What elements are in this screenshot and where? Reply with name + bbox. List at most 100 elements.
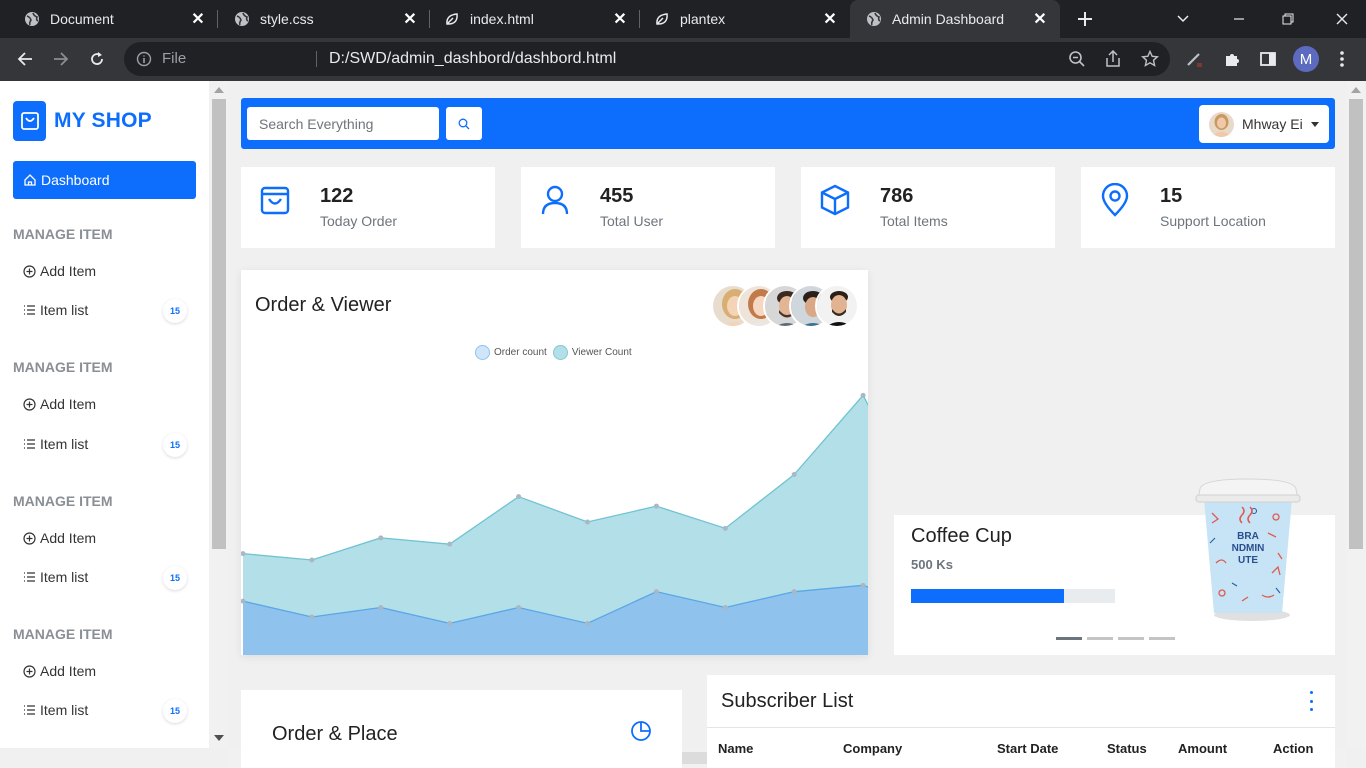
brand-title: MY SHOP: [54, 109, 152, 132]
more-vert-icon[interactable]: [1329, 46, 1355, 72]
more-vert-icon[interactable]: [1305, 691, 1317, 711]
close-icon[interactable]: ✕: [612, 11, 628, 28]
address-bar: File D:/SWD/admin_dashbord/dashbord.html…: [0, 38, 1366, 81]
sidebar-item-list[interactable]: Item list: [22, 436, 88, 452]
globe-icon: [234, 11, 250, 27]
puzzle-icon[interactable]: [1219, 46, 1245, 72]
search-input[interactable]: [247, 107, 439, 140]
top-navbar: Mhway Ei: [241, 98, 1335, 149]
product-price: 500 Ks: [911, 557, 953, 572]
scheme-label: File: [162, 50, 187, 67]
tab-title: Admin Dashboard: [892, 11, 1005, 27]
sidebar-item-label: Item list: [40, 569, 89, 585]
sidebar-item-list[interactable]: Item list: [22, 302, 88, 318]
url-field[interactable]: File D:/SWD/admin_dashbord/dashbord.html: [124, 42, 1170, 76]
user-menu-button[interactable]: Mhway Ei: [1199, 105, 1329, 143]
product-name: Coffee Cup: [911, 525, 1012, 547]
legend-item[interactable]: Viewer Count: [552, 345, 632, 360]
shopping-bag-icon: [260, 186, 290, 215]
arrow-right-icon: [54, 52, 69, 66]
plus-circle-icon: [22, 531, 36, 545]
data-point: [653, 503, 659, 509]
search-button[interactable]: [446, 107, 482, 140]
table-header: Action: [1273, 741, 1314, 756]
data-point: [378, 605, 384, 610]
carousel-dot[interactable]: [1149, 637, 1175, 640]
sidebar-item-add[interactable]: Add Item: [22, 396, 96, 412]
star-icon[interactable]: [1137, 46, 1163, 72]
data-point: [722, 525, 728, 531]
close-window-button[interactable]: [1322, 0, 1362, 38]
sidebar-scrollbar[interactable]: [209, 81, 229, 748]
browser-tab[interactable]: index.html ✕: [420, 0, 640, 38]
sidebar-item-label: Item list: [40, 302, 89, 318]
sidebar-item-dashboard[interactable]: Dashboard: [13, 161, 196, 199]
carousel-dot[interactable]: [1056, 637, 1082, 640]
sidebar-item-list[interactable]: Item list: [22, 702, 88, 718]
browser-tab-active[interactable]: Admin Dashboard ✕: [850, 0, 1060, 38]
data-point: [516, 605, 522, 610]
stat-label: Total Items: [880, 213, 948, 229]
share-icon[interactable]: [1100, 46, 1126, 72]
stat-label: Today Order: [320, 213, 398, 229]
page-scrollbar[interactable]: [1346, 81, 1366, 748]
restore-button[interactable]: [1268, 0, 1308, 38]
reload-button[interactable]: [80, 42, 114, 76]
data-point: [447, 620, 453, 626]
plus-circle-icon: [22, 397, 36, 411]
globe-icon: [24, 11, 40, 27]
home-icon: [24, 174, 36, 186]
search-icon: [458, 118, 470, 129]
card-title: Order & Viewer: [255, 294, 392, 316]
sidebar-item-list[interactable]: Item list: [22, 569, 88, 585]
list-icon: [22, 437, 36, 451]
info-icon: [136, 51, 152, 67]
stat-card: 786 Total Items: [801, 167, 1055, 248]
tab-search-button[interactable]: [1163, 0, 1203, 38]
close-icon[interactable]: ✕: [402, 11, 418, 28]
sidebar-item-add[interactable]: Add Item: [22, 530, 96, 546]
back-button[interactable]: [8, 42, 42, 76]
data-point: [791, 589, 797, 595]
carousel-dot[interactable]: [1118, 637, 1144, 640]
new-tab-button[interactable]: [1065, 0, 1105, 38]
stat-label: Total User: [600, 213, 664, 229]
sidebar-item-add[interactable]: Add Item: [22, 663, 96, 679]
minimize-button[interactable]: [1219, 0, 1259, 38]
plus-icon: [1078, 12, 1092, 26]
close-icon[interactable]: ✕: [822, 11, 838, 28]
stat-label: Support Location: [1160, 213, 1266, 229]
sidebar-item-label: Add Item: [40, 530, 97, 546]
globe-icon: [866, 11, 882, 27]
zoom-icon[interactable]: [1064, 46, 1090, 72]
page-viewport: MY SHOP Dashboard MANAGE ITEM Add Item I…: [0, 81, 1366, 768]
subscriber-list-card: Subscriber List Name Company Start Date …: [707, 675, 1335, 768]
browser-tab[interactable]: Document ✕: [0, 0, 218, 38]
pen-icon[interactable]: [1181, 46, 1207, 72]
side-panel-icon[interactable]: [1255, 46, 1281, 72]
close-icon: [1336, 13, 1348, 25]
leaf-icon: [654, 11, 670, 27]
tab-title: Document: [50, 11, 114, 27]
profile-avatar[interactable]: M: [1293, 46, 1319, 72]
forward-button[interactable]: [44, 42, 78, 76]
leaf-icon: [444, 11, 460, 27]
legend-label: Order count: [494, 347, 547, 358]
close-icon[interactable]: ✕: [190, 11, 206, 28]
legend-swatch: [475, 345, 490, 360]
count-badge: 15: [163, 433, 187, 457]
stat-card: 122 Today Order: [241, 167, 495, 248]
browser-tab[interactable]: style.css ✕: [210, 0, 430, 38]
table-header: Start Date: [997, 741, 1059, 756]
data-point: [860, 392, 866, 398]
sidebar-item-add[interactable]: Add Item: [22, 263, 96, 279]
list-icon: [22, 703, 36, 717]
stat-value: 15: [1160, 185, 1183, 207]
browser-tab[interactable]: plantex ✕: [630, 0, 850, 38]
carousel-dot[interactable]: [1087, 637, 1113, 640]
avatar-group: [711, 284, 861, 328]
legend-item[interactable]: Order count: [475, 345, 547, 360]
close-icon[interactable]: ✕: [1032, 11, 1048, 28]
box-icon: [820, 184, 850, 216]
arrow-left-icon: [17, 52, 32, 66]
